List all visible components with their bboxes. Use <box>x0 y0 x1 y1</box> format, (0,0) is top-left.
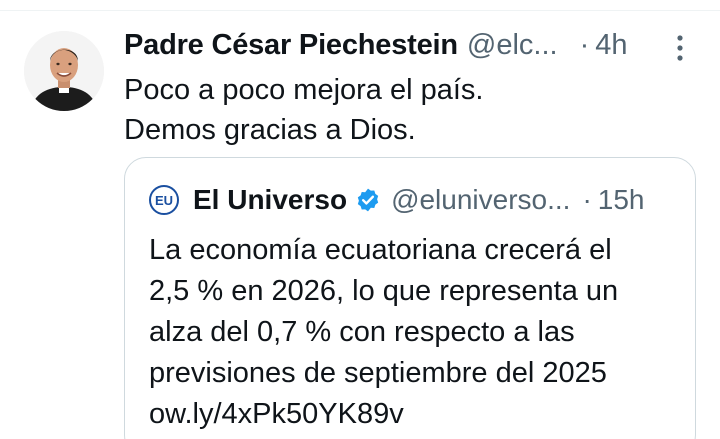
tweet-text-line: Demos gracias a Dios. <box>124 114 416 146</box>
avatar-image <box>24 31 104 111</box>
author-handle[interactable]: @elc... <box>467 29 558 62</box>
divider <box>0 10 720 11</box>
separator: · <box>582 184 592 215</box>
author-name[interactable]: Padre César Piechestein <box>124 29 458 62</box>
quoted-text-line: alza del 0,7 % con respecto a las <box>149 316 575 348</box>
quoted-timestamp[interactable]: 15h <box>598 184 645 216</box>
separator: · <box>579 28 590 61</box>
tweet-text: Poco a poco mejora el país. Demos gracia… <box>124 70 684 150</box>
quoted-link[interactable]: ow.ly/4xPk50YK89v <box>149 394 679 435</box>
quoted-author-logo[interactable]: EU <box>149 185 179 215</box>
quoted-tweet-header: EU El Universo @eluniverso... · 15h <box>149 182 679 218</box>
quoted-tweet[interactable]: EU El Universo @eluniverso... · 15h La e… <box>124 157 696 439</box>
more-options-button[interactable] <box>668 30 692 66</box>
avatar[interactable] <box>24 31 104 111</box>
quoted-text-line: La economía ecuatoriana crecerá el <box>149 234 612 266</box>
quoted-tweet-text: La economía ecuatoriana crecerá el 2,5 %… <box>149 230 679 435</box>
tweet-header: Padre César Piechestein @elc... · 4h <box>124 28 704 62</box>
tweet-text-line: Poco a poco mejora el país. <box>124 74 484 106</box>
quoted-author-name[interactable]: El Universo <box>193 184 347 216</box>
verified-badge-icon <box>357 188 379 212</box>
timestamp[interactable]: 4h <box>595 29 627 62</box>
more-vertical-icon <box>677 35 683 61</box>
tweet[interactable]: Padre César Piechestein @elc... · 4h Poc… <box>0 0 720 439</box>
quoted-author-handle[interactable]: @eluniverso... <box>391 184 570 216</box>
quoted-text-line: previsiones de septiembre del 2025 <box>149 357 607 389</box>
quoted-text-line: 2,5 % en 2026, lo que representa un <box>149 275 619 307</box>
